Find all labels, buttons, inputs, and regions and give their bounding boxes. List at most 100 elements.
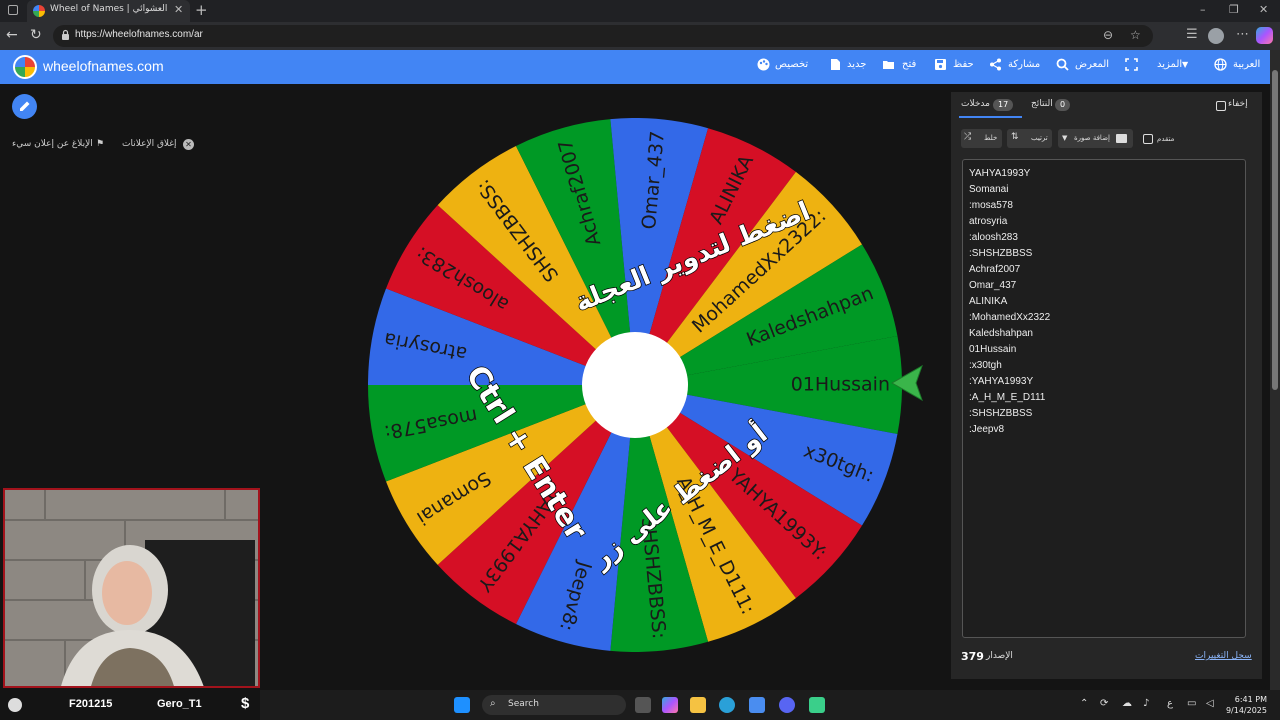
dollar-icon: $ — [241, 695, 250, 712]
wheel-pointer-icon — [890, 364, 923, 402]
search-icon: ⌕ — [490, 698, 496, 709]
site-header: wheelofnames.com تخصيص جديد فتح حفظ مشار… — [0, 50, 1270, 84]
close-window-icon[interactable]: ✕ — [1259, 3, 1268, 16]
file-explorer-icon[interactable] — [690, 697, 706, 713]
flag-icon[interactable]: ⚑ — [96, 139, 104, 149]
back-icon[interactable]: ← — [6, 27, 18, 43]
hide-panel-label: إخفاء — [1228, 99, 1248, 109]
refresh-icon[interactable]: ↻ — [30, 27, 42, 43]
search-icon[interactable] — [1056, 58, 1069, 71]
cloud-off-icon[interactable]: ☁ — [1122, 698, 1132, 709]
entry-line: Omar_437 — [969, 280, 1017, 291]
clock-time[interactable]: 6:41 PM — [1222, 695, 1267, 704]
store-icon[interactable] — [749, 697, 765, 713]
browser-tabstrip: Wheel of Names | الاسم العشوائي ✕ + – ❐ … — [0, 0, 1280, 22]
new-button[interactable]: جديد — [847, 59, 866, 70]
language-button[interactable]: العربية — [1233, 59, 1260, 70]
palette-icon[interactable] — [757, 58, 770, 71]
close-tab-icon[interactable]: ✕ — [174, 3, 183, 16]
sort-button[interactable]: ⇅ ترتيب — [1007, 129, 1052, 148]
active-tab-indicator — [959, 116, 1022, 118]
app-icon[interactable] — [809, 697, 825, 713]
tray-chevron-icon[interactable]: ⌃ — [1080, 698, 1088, 709]
entries-textarea[interactable]: YAHYA1993Y Somanai:mosa578 atrosyria:aloos… — [962, 159, 1246, 638]
spin-wheel[interactable]: 01Hussainx30tgh:YAHYA1993Y:A_H_M_E_D111:… — [368, 118, 902, 652]
url-field[interactable]: https://wheelofnames.com/ar ☆ ⊖ — [53, 25, 1153, 47]
folder-open-icon[interactable] — [882, 58, 895, 71]
webcam-overlay — [3, 488, 260, 688]
chevron-down-icon[interactable]: ▼ — [1182, 60, 1188, 69]
entry-line: 01Hussain — [969, 344, 1017, 355]
pencil-icon — [20, 101, 30, 111]
task-view-icon[interactable] — [635, 697, 651, 713]
wheel-favicon-icon — [33, 5, 45, 17]
profile-avatar[interactable] — [1208, 28, 1224, 44]
changelog-link[interactable]: سجل التغييرات — [1195, 651, 1252, 661]
clock-date[interactable]: 9/14/2025 — [1222, 706, 1267, 715]
more-dropdown[interactable]: المزيد — [1157, 59, 1182, 70]
edit-wheel-button[interactable] — [12, 94, 37, 119]
entry-line: :Jeepv8 — [969, 424, 1005, 435]
shuffle-button[interactable]: ⤮ خلط — [961, 129, 1002, 148]
tab-entries[interactable]: مدخلات — [961, 99, 990, 109]
scrollbar-thumb[interactable] — [1272, 70, 1278, 390]
volume-icon[interactable]: ◁ — [1206, 698, 1214, 709]
stream-info-bar: F201215 Gero_T1 $ — [0, 690, 260, 720]
site-logo-icon[interactable] — [13, 55, 37, 79]
favorite-star-icon[interactable]: ☆ — [1130, 28, 1141, 42]
page-scrollbar[interactable] — [1270, 50, 1280, 690]
window-menu-icon[interactable] — [8, 5, 18, 15]
gallery-button[interactable]: المعرض — [1075, 59, 1109, 70]
share-button[interactable]: مشاركة — [1008, 59, 1040, 70]
microphone-icon[interactable]: ♪ — [1143, 698, 1149, 709]
network-icon[interactable]: ▭ — [1187, 698, 1196, 709]
add-image-dropdown[interactable]: ▼ إضافة صورة — [1058, 129, 1133, 148]
close-ads-link[interactable]: إغلاق الإعلانات — [122, 139, 177, 149]
browser-tab[interactable]: Wheel of Names | الاسم العشوائي ✕ — [27, 0, 190, 22]
customize-button[interactable]: تخصيص — [775, 59, 808, 70]
copilot-icon[interactable] — [1256, 27, 1273, 44]
site-name[interactable]: wheelofnames.com — [43, 58, 164, 74]
report-ad-link[interactable]: الإبلاغ عن إعلان سيء — [12, 139, 93, 149]
save-icon[interactable] — [934, 58, 947, 71]
open-button[interactable]: فتح — [902, 59, 916, 70]
fullscreen-icon[interactable] — [1125, 58, 1138, 71]
hide-panel-checkbox[interactable] — [1216, 101, 1226, 111]
entry-line: Somanai — [969, 184, 1009, 195]
new-file-icon[interactable] — [829, 58, 842, 71]
wheel-center[interactable] — [582, 332, 688, 438]
version-number: 379 — [961, 650, 984, 663]
entry-line: :A_H_M_E_D111 — [969, 392, 1046, 403]
entry-line: :SHSHZBBSS — [969, 248, 1033, 259]
restore-icon[interactable]: ❐ — [1229, 3, 1239, 16]
discord-icon[interactable] — [779, 697, 795, 713]
results-count-badge: 0 — [1055, 99, 1071, 111]
page-actions-icon[interactable]: ⊖ — [1103, 28, 1113, 42]
advanced-checkbox[interactable] — [1143, 134, 1153, 144]
keyboard-language[interactable]: ع — [1167, 698, 1173, 709]
sort-icon: ⇅ — [1011, 132, 1019, 142]
close-circle-icon[interactable]: ✕ — [183, 139, 194, 150]
new-tab-icon[interactable]: + — [195, 1, 208, 19]
share-icon[interactable] — [989, 58, 1002, 71]
entry-line: atrosyria — [969, 216, 1008, 227]
lock-icon — [62, 29, 69, 40]
minimize-icon[interactable]: – — [1200, 3, 1206, 16]
sync-icon[interactable]: ⟳ — [1100, 698, 1108, 709]
tab-results[interactable]: النتائج — [1031, 99, 1053, 109]
globe-icon[interactable] — [1214, 58, 1227, 71]
entry-line: :SHSHZBBSS — [969, 408, 1033, 419]
favorites-icon[interactable]: ☰ — [1186, 27, 1198, 42]
edge-browser-icon[interactable] — [719, 697, 735, 713]
url-text: https://wheelofnames.com/ar — [75, 29, 203, 40]
entry-line: :MohamedXx2322 — [969, 312, 1051, 323]
entry-line: Achraf2007 — [969, 264, 1021, 275]
save-button[interactable]: حفظ — [953, 59, 974, 70]
entry-line: Kaledshahpan — [969, 328, 1033, 339]
taskbar-search[interactable]: ⌕ Search — [482, 695, 626, 715]
copilot-taskbar-icon[interactable] — [662, 697, 678, 713]
panel-tabs: 17 مدخلات 0 النتائج إخفاء — [951, 92, 1262, 118]
stream-name: Gero_T1 — [157, 698, 202, 710]
start-icon[interactable] — [454, 697, 470, 713]
more-options-icon[interactable]: ⋯ — [1236, 27, 1249, 42]
